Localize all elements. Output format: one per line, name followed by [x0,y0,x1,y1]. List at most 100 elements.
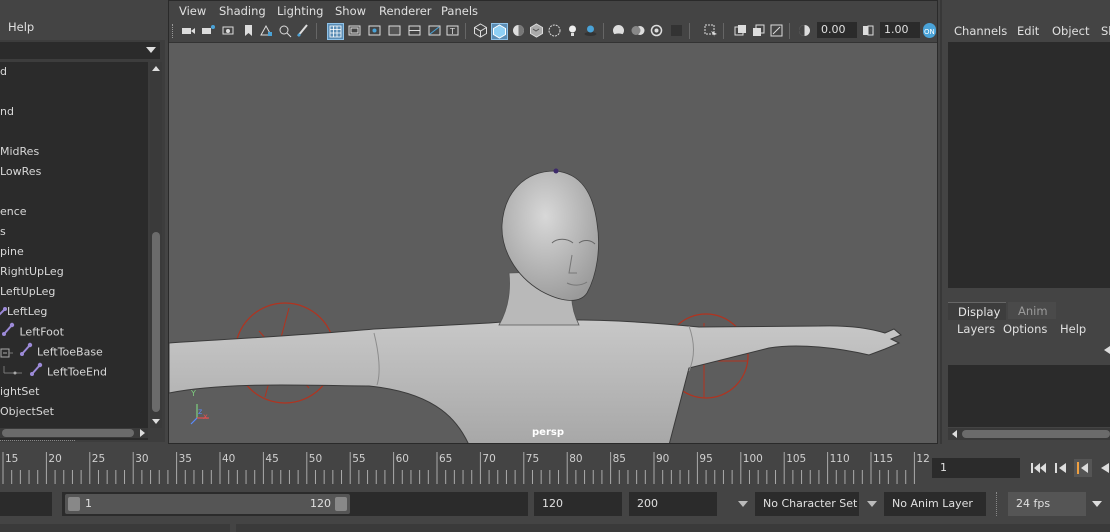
grid-icon[interactable] [327,23,344,40]
menu-renderer[interactable]: Renderer [379,4,432,18]
character-set-dropdown[interactable]: No Character Set [755,492,859,516]
2d-pan-zoom-icon[interactable] [277,23,292,38]
screen-space-ao-icon[interactable] [611,23,626,38]
use-all-lights-icon[interactable] [547,23,562,38]
depth-of-field-icon[interactable] [669,23,684,38]
menu-channels[interactable]: Channels [954,24,1007,38]
film-gate-icon[interactable] [347,23,362,38]
grease-pencil-icon[interactable] [295,23,310,38]
wireframe-icon[interactable] [473,23,488,38]
time-slider[interactable]: 15 20 25 30 35 40 45 50 55 60 65 70 75 80 85 90 95 100 105… [0,452,930,486]
play-backwards-icon[interactable] [1098,461,1110,478]
anim-layer-dropdown[interactable]: No Anim Layer [884,492,986,516]
fps-dropdown[interactable]: 24 fps [1008,492,1086,516]
menu-lighting[interactable]: Lighting [277,4,323,18]
tree-item-leftleg[interactable]: LeftLeg [7,302,47,322]
scene-canvas[interactable] [169,43,937,443]
menu-layers[interactable]: Layers [957,322,995,336]
safe-title-icon[interactable]: T [445,23,460,38]
chevron-down-icon[interactable] [738,501,748,507]
outliner-menu-help[interactable]: Help [8,20,34,34]
scrollbar-thumb[interactable] [152,232,160,412]
menu-object[interactable]: Object [1052,24,1089,38]
bookmark-icon[interactable] [241,23,256,38]
scroll-up-icon[interactable] [152,66,160,71]
scroll-left-icon[interactable] [1104,346,1110,354]
menu-help[interactable]: Help [1060,322,1086,336]
textured-icon[interactable] [529,23,544,38]
menu-options[interactable]: Options [1003,322,1047,336]
chevron-down-icon[interactable] [867,501,877,507]
safe-action-icon[interactable] [427,23,442,38]
chevron-down-icon[interactable] [1092,501,1102,507]
gamma-icon[interactable] [861,23,876,38]
scroll-down-icon[interactable] [152,419,160,424]
range-start-handle[interactable] [68,497,80,511]
scrollbar-thumb[interactable] [962,430,1110,438]
menu-panels[interactable]: Panels [441,4,478,18]
tab-display[interactable]: Display [948,302,1006,320]
isolate-select-icon[interactable] [703,23,718,38]
panel-divider[interactable] [940,0,942,444]
scroll-left-icon[interactable] [952,430,957,438]
current-frame-field[interactable]: 1 [932,458,1020,478]
step-back-key-icon[interactable] [1074,459,1092,477]
exposure-field[interactable]: 0.00 [817,22,857,38]
animation-start-field[interactable] [0,492,52,516]
channel-box-list[interactable] [948,42,1110,288]
scrollbar-thumb[interactable] [2,429,134,437]
playback-end-field[interactable]: 120 [534,492,622,516]
character-mesh[interactable] [169,168,902,444]
resolution-gate-icon[interactable] [367,23,382,38]
collapse-icon[interactable] [0,346,14,360]
tree-item-lefttoebase[interactable]: LeftToeBase [0,342,103,362]
light-icon[interactable] [565,23,580,38]
tree-item[interactable]: ence [0,202,27,222]
tree-item-leftfoot[interactable]: LeftFoot [0,322,64,342]
field-chart-icon[interactable] [407,23,422,38]
tree-item[interactable]: LeftUpLeg [0,282,55,302]
scroll-right-icon[interactable] [140,429,145,437]
viewport-panel[interactable]: View Shading Lighting Show Renderer Pane… [168,0,938,444]
default-material-icon[interactable] [511,23,526,38]
menu-show[interactable]: Show [335,4,366,18]
outliner-horizontal-scrollbar[interactable] [0,428,148,438]
tree-item[interactable]: RightUpLeg [0,262,64,282]
motion-blur-icon[interactable] [631,23,646,38]
layer-horizontal-scrollbar[interactable] [948,428,1110,440]
gate-mask-icon[interactable] [387,23,402,38]
tree-item[interactable]: MidRes [0,142,39,162]
xray-icon[interactable] [733,23,748,38]
splitter-handle[interactable] [0,440,75,443]
shadows-icon[interactable] [583,23,598,38]
range-slider[interactable]: 1 120 [62,492,528,516]
tree-item[interactable]: pine [0,242,24,262]
smooth-shade-icon[interactable] [491,23,508,40]
anti-aliasing-icon[interactable] [649,23,664,38]
camera-select-icon[interactable] [181,23,196,38]
range-slider-bar-fill[interactable]: 1 120 [65,494,350,514]
gamma-field[interactable]: 1.00 [880,22,920,38]
animation-end-field[interactable]: 200 [629,492,717,516]
xray-active-components-icon[interactable] [751,23,766,38]
xray-joints-icon[interactable] [769,23,784,38]
tree-item[interactable]: s [0,222,6,242]
tree-item[interactable]: nd [0,102,14,122]
step-back-icon[interactable] [1054,461,1068,478]
menu-edit[interactable]: Edit [1017,24,1039,38]
tab-anim[interactable]: Anim [1008,302,1056,319]
layer-list[interactable] [948,365,1110,427]
range-end-handle[interactable] [335,497,347,511]
camera-attributes-icon[interactable] [201,23,216,38]
image-plane-icon[interactable] [259,23,274,38]
tree-item[interactable]: ightSet [0,382,39,402]
color-management-icon[interactable]: ON [923,23,936,38]
go-to-start-icon[interactable] [1030,461,1048,478]
outliner-vertical-scrollbar[interactable] [150,62,162,428]
tree-item[interactable]: ObjectSet [0,402,54,422]
menu-shading[interactable]: Shading [219,4,266,18]
menu-show[interactable]: Sh [1101,24,1110,38]
tree-item[interactable]: LowRes [0,162,41,182]
tree-item-lefttoeend[interactable]: LeftToeEnd [0,362,107,382]
menu-view[interactable]: View [179,4,206,18]
